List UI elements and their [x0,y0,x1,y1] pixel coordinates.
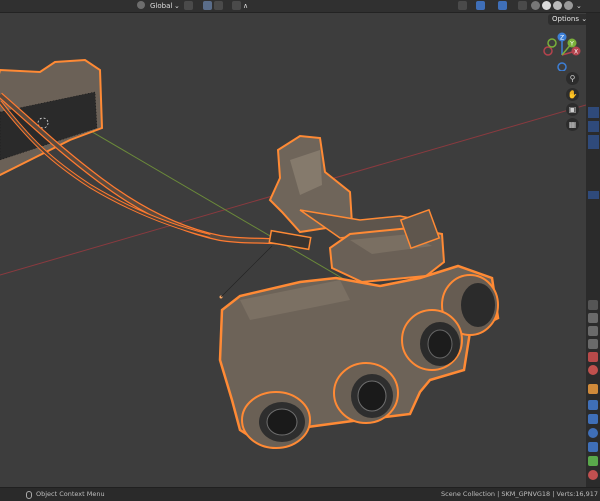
rear-tube-mid-model [401,309,463,371]
falloff-icon[interactable]: ∧ [243,1,248,11]
camera-icon[interactable]: ▣ [566,103,579,116]
overlay-toggle-icon[interactable] [498,1,507,10]
gizmo-neg-y-handle [547,38,557,48]
gizmo-neg-x-handle [543,46,553,56]
options-label: Options [552,15,580,23]
modifier-properties-icon[interactable] [588,400,598,410]
grid-icon[interactable]: ▦ [566,118,579,131]
context-menu-hint: Object Context Menu [36,490,105,498]
front-tube-left-model [241,391,311,449]
options-dropdown[interactable]: Options ⌄ [548,14,592,25]
scene-properties-icon[interactable] [588,352,598,362]
visibility-icon[interactable] [458,1,467,10]
viewport-header: Global ⌄ ∧ ⌄ [0,0,600,13]
render-properties-icon[interactable] [588,313,598,323]
outliner-row-selected[interactable] [588,107,599,118]
snap-target-icon[interactable] [214,1,223,10]
outliner-row-selected[interactable] [588,135,599,149]
shading-wireframe-icon[interactable] [531,1,540,10]
hand-icon[interactable]: ✋ [566,88,579,101]
shading-material-icon[interactable] [553,1,562,10]
navigation-gizmo[interactable]: Z X Y [542,31,582,71]
constraint-properties-icon[interactable] [588,442,598,452]
view-layer-properties-icon[interactable] [588,339,598,349]
xray-toggle-icon[interactable] [518,1,527,10]
world-properties-icon[interactable] [588,365,598,375]
object-properties-icon[interactable] [588,384,598,394]
proportional-edit-icon[interactable] [232,1,241,10]
data-properties-icon[interactable] [588,456,598,466]
output-properties-icon[interactable] [588,326,598,336]
particle-properties-icon[interactable] [588,414,598,424]
outliner-row-selected[interactable] [588,191,599,199]
helmet-mount-model [268,134,423,239]
material-properties-icon[interactable] [588,470,598,480]
physics-properties-icon[interactable] [588,428,598,438]
shading-dropdown-icon[interactable]: ⌄ [576,1,582,11]
3d-viewport[interactable]: Z X Y ⚲ ✋ ▣ ▦ [0,13,586,487]
gizmo-x-label: X [574,49,578,56]
transform-orientation-dropdown[interactable]: Global [150,1,172,11]
gizmo-toggle-icon[interactable] [476,1,485,10]
status-bar: Object Context Menu Scene Collection | S… [0,487,600,501]
shading-rendered-icon[interactable] [564,1,573,10]
gizmo-z-label: Z [560,35,564,42]
front-tube-center-model [333,362,399,424]
gizmo-neg-z-handle [557,62,567,71]
gizmo-y-label: Y [569,41,574,48]
transform-orientation-icon[interactable] [137,1,145,9]
magnet-icon[interactable] [203,1,212,10]
pivot-icon[interactable] [184,1,193,10]
chevron-down-icon: ⌄ [174,2,180,10]
mouse-icon [26,491,32,499]
magnifier-icon[interactable]: ⚲ [566,72,579,85]
shading-solid-icon[interactable] [542,1,551,10]
outliner-row-selected[interactable] [588,121,599,132]
scene-statistics: Scene Collection | SKM_GPNVG18 | Verts:1… [441,490,598,498]
viewport-scene [0,58,586,449]
tool-properties-icon[interactable] [588,300,598,310]
